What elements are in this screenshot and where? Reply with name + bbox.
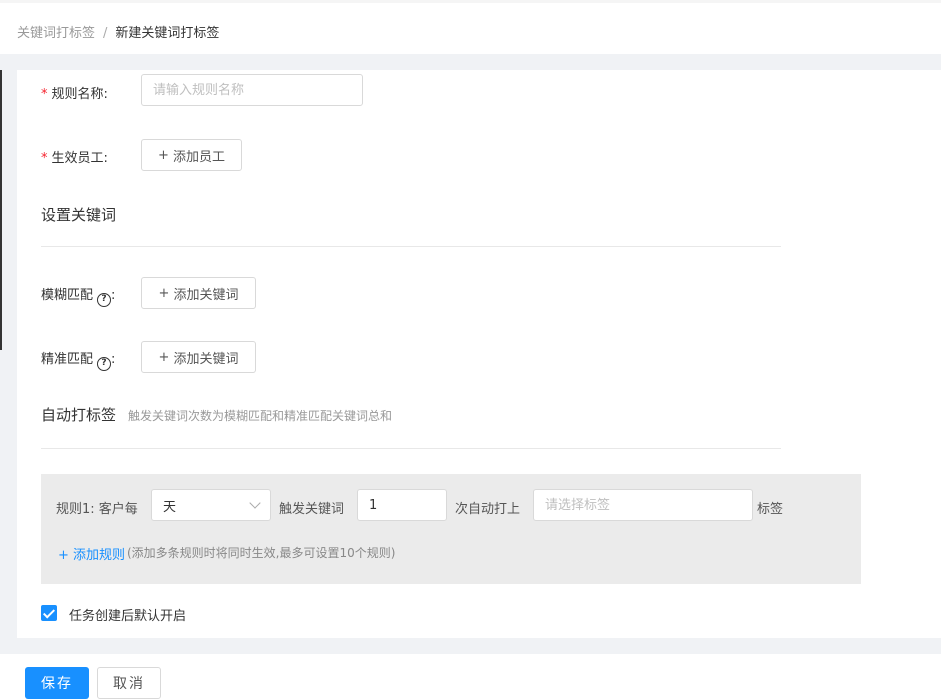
rule-name-label: * 规则名称: <box>41 87 108 102</box>
add-employee-button[interactable]: + 添加员工 <box>141 139 242 171</box>
chevron-down-icon <box>249 497 261 509</box>
tag-select-input[interactable] <box>533 489 753 521</box>
form-card: *规则名称: *生效员工: +添加员工 设置关键词 模糊匹配?: +添加关键词 … <box>17 70 941 638</box>
period-select[interactable]: 天 <box>151 489 271 521</box>
required-mark: * <box>41 151 48 166</box>
breadcrumb: 关键词打标签 / 新建关键词打标签 <box>17 22 219 41</box>
auto-tag-note: 触发关键词次数为模糊匹配和精准匹配关键词总和 <box>128 409 393 423</box>
add-rule-note: (添加多条规则时将同时生效,最多可设置10个规则) <box>127 546 396 560</box>
auto-tag-text: 次自动打上 <box>455 502 521 517</box>
footer-bar: 保存 取消 <box>0 654 941 699</box>
cancel-button[interactable]: 取消 <box>97 667 161 699</box>
trigger-text: 触发关键词 <box>279 502 345 517</box>
breadcrumb-current: 新建关键词打标签 <box>115 26 220 41</box>
breadcrumb-parent-link[interactable]: 关键词打标签 <box>17 26 95 41</box>
top-bar: 关键词打标签 / 新建关键词打标签 <box>0 0 941 54</box>
add-rule-link[interactable]: + 添加规则 <box>58 544 125 563</box>
plus-icon: + <box>158 285 170 301</box>
fuzzy-match-label: 模糊匹配?: <box>41 284 115 307</box>
plus-icon: + <box>158 147 169 163</box>
plus-icon: + <box>158 349 170 365</box>
rule-name-input[interactable] <box>141 74 363 106</box>
keywords-section-title: 设置关键词 <box>41 206 117 224</box>
rule-prefix: 规则1: 客户每 <box>56 502 138 517</box>
required-mark: * <box>41 87 48 102</box>
keywords-divider <box>41 246 781 247</box>
period-value: 天 <box>163 499 177 515</box>
tag-suffix: 标签 <box>757 502 784 517</box>
auto-tag-divider <box>41 448 781 449</box>
default-enable-label[interactable]: 任务创建后默认开启 <box>69 605 186 624</box>
question-circle-icon[interactable]: ? <box>97 356 112 371</box>
auto-tag-section-title: 自动打标签 触发关键词次数为模糊匹配和精准匹配关键词总和 <box>41 406 393 424</box>
exact-match-label: 精准匹配?: <box>41 348 115 371</box>
rule-box: 规则1: 客户每 天 触发关键词 次自动打上 标签 + 添加规则 (添加多条规则… <box>41 474 861 584</box>
default-enable-checkbox[interactable] <box>41 605 57 621</box>
trigger-count-input[interactable] <box>357 489 447 521</box>
save-button[interactable]: 保存 <box>25 667 89 699</box>
left-edge-line <box>0 70 2 350</box>
employees-label: * 生效员工: <box>41 151 108 166</box>
breadcrumb-separator: / <box>103 26 108 41</box>
question-circle-icon[interactable]: ? <box>97 292 112 307</box>
add-exact-keyword-button[interactable]: + 添加关键词 <box>141 341 256 373</box>
add-fuzzy-keyword-button[interactable]: + 添加关键词 <box>141 277 256 309</box>
